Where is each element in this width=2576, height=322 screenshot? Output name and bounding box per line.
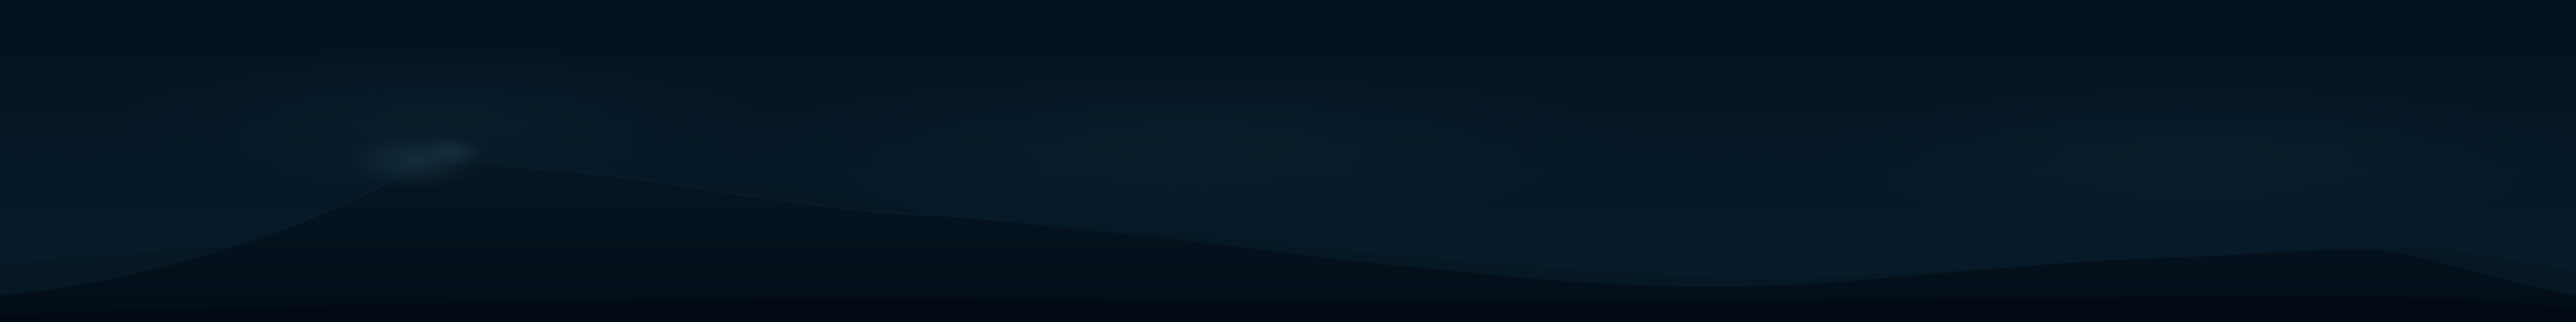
sky-haze-right: [1824, 82, 2576, 233]
landscape-svg: [0, 0, 2576, 322]
sky-haze-center: [755, 63, 1635, 226]
snowy-peak-highlight-small: [421, 137, 484, 165]
night-panorama: [0, 0, 2576, 322]
